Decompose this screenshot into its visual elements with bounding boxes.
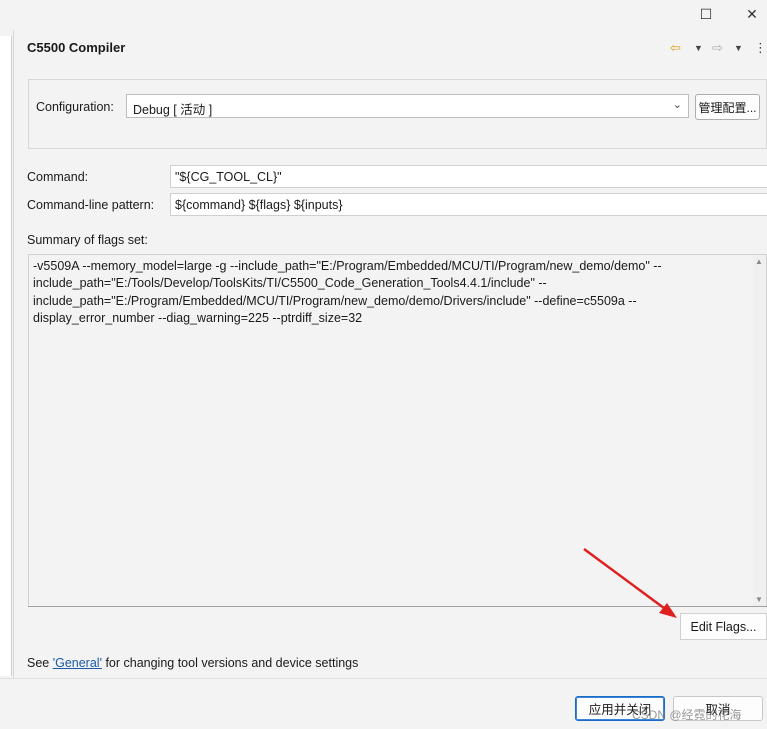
command-line-pattern-input[interactable]: ${command} ${flags} ${inputs}	[170, 193, 767, 216]
scroll-up-icon[interactable]: ▲	[755, 257, 763, 266]
maximize-icon[interactable]: ☐	[686, 0, 726, 28]
view-menu-icon[interactable]: ⋮	[754, 40, 767, 56]
command-label: Command:	[27, 170, 89, 184]
back-arrow-icon[interactable]: ⇦	[670, 40, 681, 56]
note-prefix: See	[27, 656, 53, 670]
left-panel-strip	[0, 30, 14, 678]
forward-dropdown-icon[interactable]: ▼	[734, 43, 743, 53]
configuration-select[interactable]: Debug [ 活动 ] ⌄	[126, 94, 689, 118]
scroll-down-icon[interactable]: ▼	[755, 595, 763, 604]
note-suffix: for changing tool versions and device se…	[101, 656, 359, 670]
summary-divider	[28, 606, 767, 607]
edit-flags-button[interactable]: Edit Flags...	[680, 613, 767, 640]
title-bar: ☐ ✕	[0, 0, 767, 30]
command-input[interactable]: "${CG_TOOL_CL}"	[170, 165, 767, 188]
watermark: CSDN @经霓的花海	[632, 708, 742, 722]
page-header: C5500 Compiler ⇦ ▼ ⇨ ▼ ⋮	[15, 30, 767, 66]
manage-configurations-button[interactable]: 管理配置...	[695, 94, 760, 120]
settings-content: Configuration: Debug [ 活动 ] ⌄ 管理配置... Co…	[15, 66, 767, 678]
forward-arrow-icon[interactable]: ⇨	[712, 40, 723, 56]
summary-label: Summary of flags set:	[27, 233, 148, 247]
configuration-group: Configuration: Debug [ 活动 ] ⌄ 管理配置...	[28, 79, 767, 149]
chevron-down-icon: ⌄	[672, 99, 682, 111]
summary-scrollbar[interactable]: ▲ ▼	[753, 255, 766, 606]
back-dropdown-icon[interactable]: ▼	[694, 43, 703, 53]
general-settings-note: See 'General' for changing tool versions…	[27, 656, 358, 670]
summary-flags-box[interactable]: -v5509A --memory_model=large -g --includ…	[28, 254, 767, 607]
configuration-value: Debug [ 活动 ]	[133, 103, 213, 117]
dialog-footer: 应用并关闭 取消 CSDN @经霓的花海	[0, 678, 767, 729]
general-link[interactable]: 'General'	[53, 656, 102, 670]
left-panel-tree	[0, 36, 12, 676]
configuration-label: Configuration:	[36, 100, 114, 114]
summary-flags-text: -v5509A --memory_model=large -g --includ…	[33, 259, 662, 326]
command-line-pattern-label: Command-line pattern:	[27, 198, 155, 212]
page-title: C5500 Compiler	[27, 40, 126, 55]
close-icon[interactable]: ✕	[732, 0, 767, 28]
